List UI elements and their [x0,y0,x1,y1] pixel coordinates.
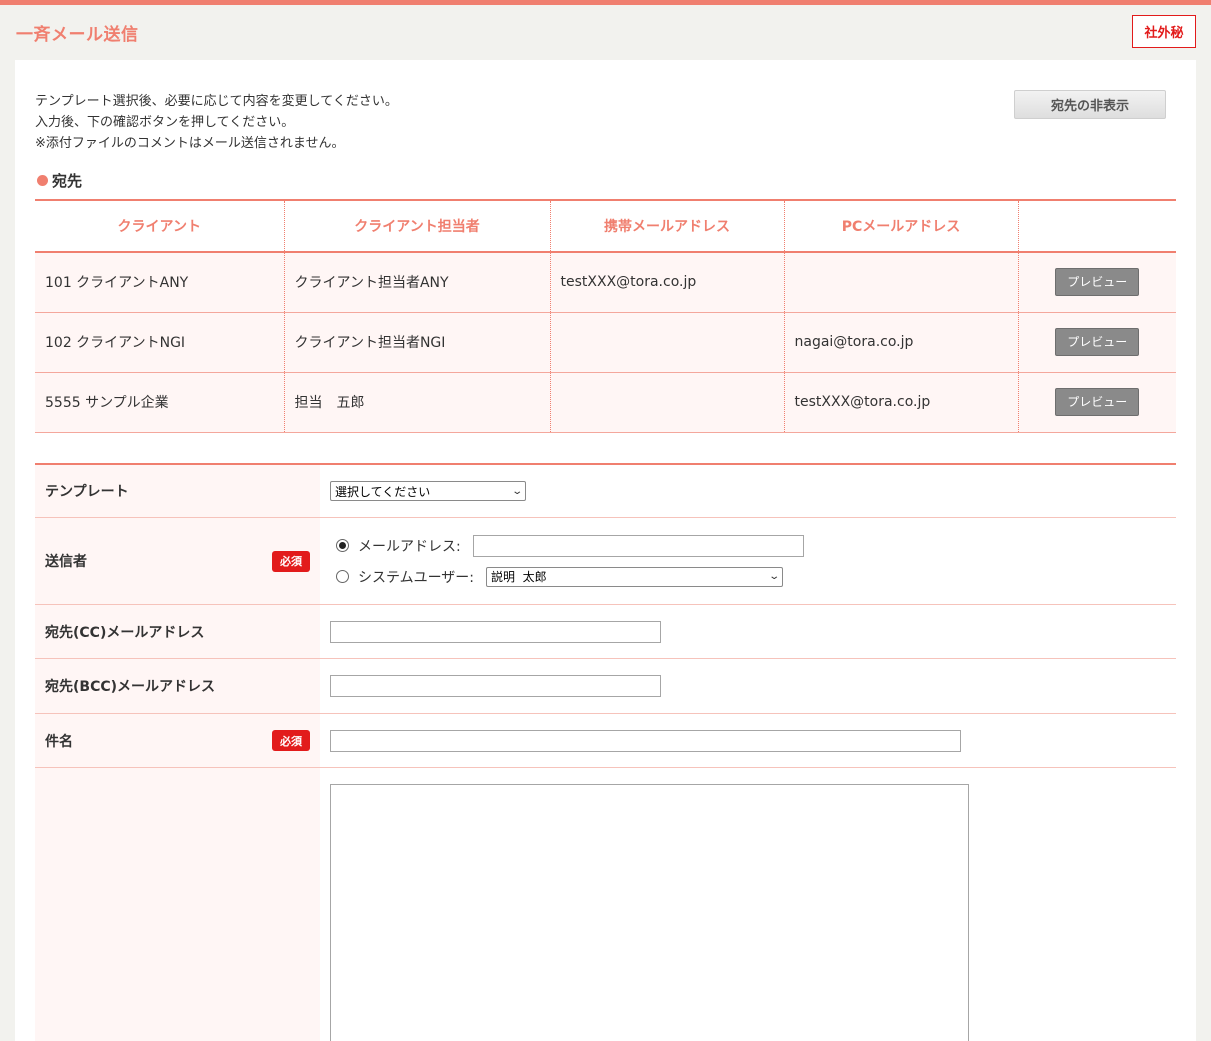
sender-email-option: メールアドレス: [330,534,804,557]
body-textarea[interactable] [330,784,969,1041]
sender-label-cell: 送信者 必須 [35,518,320,604]
cc-value [320,605,1176,658]
sender-system-user-option: システムユーザー: 説明 太郎 ⌄ [330,566,784,587]
sender-label: 送信者 [45,554,87,570]
recipients-heading: 宛先 [37,170,82,191]
column-header-mobile-email: 携帯メールアドレス [550,199,785,253]
table-row: 101 クライアントANY クライアント担当者ANY testXXX@tora.… [35,252,1176,313]
body-value [320,768,1176,1041]
cell-mobile-email: testXXX@tora.co.jp [550,252,785,313]
recipients-table: クライアント クライアント担当者 携帯メールアドレス PCメールアドレス 101… [35,199,1176,433]
column-header-client: クライアント [35,199,285,253]
form-row-body [35,768,1176,1041]
cc-email-input[interactable] [330,620,661,643]
sender-system-user-option-label: システムユーザー: [358,569,475,586]
cell-actions: プレビュー [1018,252,1176,313]
sender-value: メールアドレス: システムユーザー: 説明 太郎 ⌄ [320,518,1176,604]
cell-contact: クライアント担当者NGI [284,312,551,373]
hide-recipients-button[interactable]: 宛先の非表示 [1014,90,1166,119]
sender-email-input[interactable] [472,534,804,557]
intro-text: テンプレート選択後、必要に応じて内容を変更してください。 入力後、下の確認ボタン… [35,91,398,154]
subject-label: 件名 [45,733,73,750]
form-row-template: テンプレート 選択してください ⌄ [35,465,1176,518]
column-header-actions [1018,199,1176,253]
form-row-subject: 件名 必須 [35,714,1176,768]
column-header-contact: クライアント担当者 [284,199,551,253]
confidential-badge: 社外秘 [1132,15,1196,48]
table-header-row: クライアント クライアント担当者 携帯メールアドレス PCメールアドレス [35,199,1176,253]
mail-form: テンプレート 選択してください ⌄ 送信者 必須 メールアドレス: システムユー… [35,463,1176,1041]
template-value: 選択してください ⌄ [320,465,1176,517]
bcc-label: 宛先(BCC)メールアドレス [35,659,320,713]
cell-actions: プレビュー [1018,312,1176,373]
table-row: 5555 サンプル企業 担当 五郎 testXXX@tora.co.jp プレビ… [35,372,1176,433]
subject-value [320,714,1176,767]
intro-line-1: テンプレート選択後、必要に応じて内容を変更してください。 [35,94,398,109]
subject-label-cell: 件名 必須 [35,714,320,767]
template-select-value: 選択してください [335,484,431,499]
cell-client: 102 クライアントNGI [35,312,285,373]
recipients-heading-label: 宛先 [52,172,83,190]
bcc-value [320,659,1176,713]
page-title: 一斉メール送信 [16,25,139,45]
chevron-down-icon: ⌄ [510,485,523,497]
cell-contact: クライアント担当者ANY [284,252,551,313]
template-label: テンプレート [35,465,320,517]
cell-mobile-email [550,372,785,433]
cc-label: 宛先(CC)メールアドレス [35,605,320,658]
intro-line-3: ※添付ファイルのコメントはメール送信されません。 [35,136,345,151]
bcc-email-input[interactable] [330,675,661,697]
cell-contact: 担当 五郎 [284,372,551,433]
system-user-select[interactable]: 説明 太郎 ⌄ [486,566,784,587]
system-user-select-value: 説明 太郎 [491,570,547,584]
subject-input[interactable] [330,729,961,752]
cell-actions: プレビュー [1018,372,1176,433]
cell-pc-email [784,252,1019,313]
preview-button[interactable]: プレビュー [1055,328,1140,356]
cell-pc-email: testXXX@tora.co.jp [784,372,1019,433]
template-select[interactable]: 選択してください ⌄ [330,481,526,501]
radio-selected-icon[interactable] [336,539,349,552]
required-badge: 必須 [272,730,310,751]
main-panel: テンプレート選択後、必要に応じて内容を変更してください。 入力後、下の確認ボタン… [15,60,1196,1041]
bullet-dot-icon [37,175,48,186]
cell-mobile-email [550,312,785,373]
form-row-bcc: 宛先(BCC)メールアドレス [35,659,1176,714]
required-badge: 必須 [272,550,310,572]
preview-button[interactable]: プレビュー [1055,388,1140,416]
intro-line-2: 入力後、下の確認ボタンを押してください。 [35,115,295,130]
top-accent-bar [0,0,1211,5]
table-row: 102 クライアントNGI クライアント担当者NGI nagai@tora.co… [35,312,1176,373]
preview-button[interactable]: プレビュー [1055,268,1140,297]
cell-client: 101 クライアントANY [35,252,285,313]
radio-unselected-icon[interactable] [336,570,349,583]
form-row-sender: 送信者 必須 メールアドレス: システムユーザー: 説明 太郎 ⌄ [35,518,1176,605]
form-row-cc: 宛先(CC)メールアドレス [35,605,1176,659]
sender-email-option-label: メールアドレス: [358,538,461,555]
body-label-cell [35,768,320,1041]
chevron-down-icon: ⌄ [767,571,780,582]
cell-client: 5555 サンプル企業 [35,372,285,433]
cell-pc-email: nagai@tora.co.jp [784,312,1019,373]
column-header-pc-email: PCメールアドレス [784,199,1019,253]
